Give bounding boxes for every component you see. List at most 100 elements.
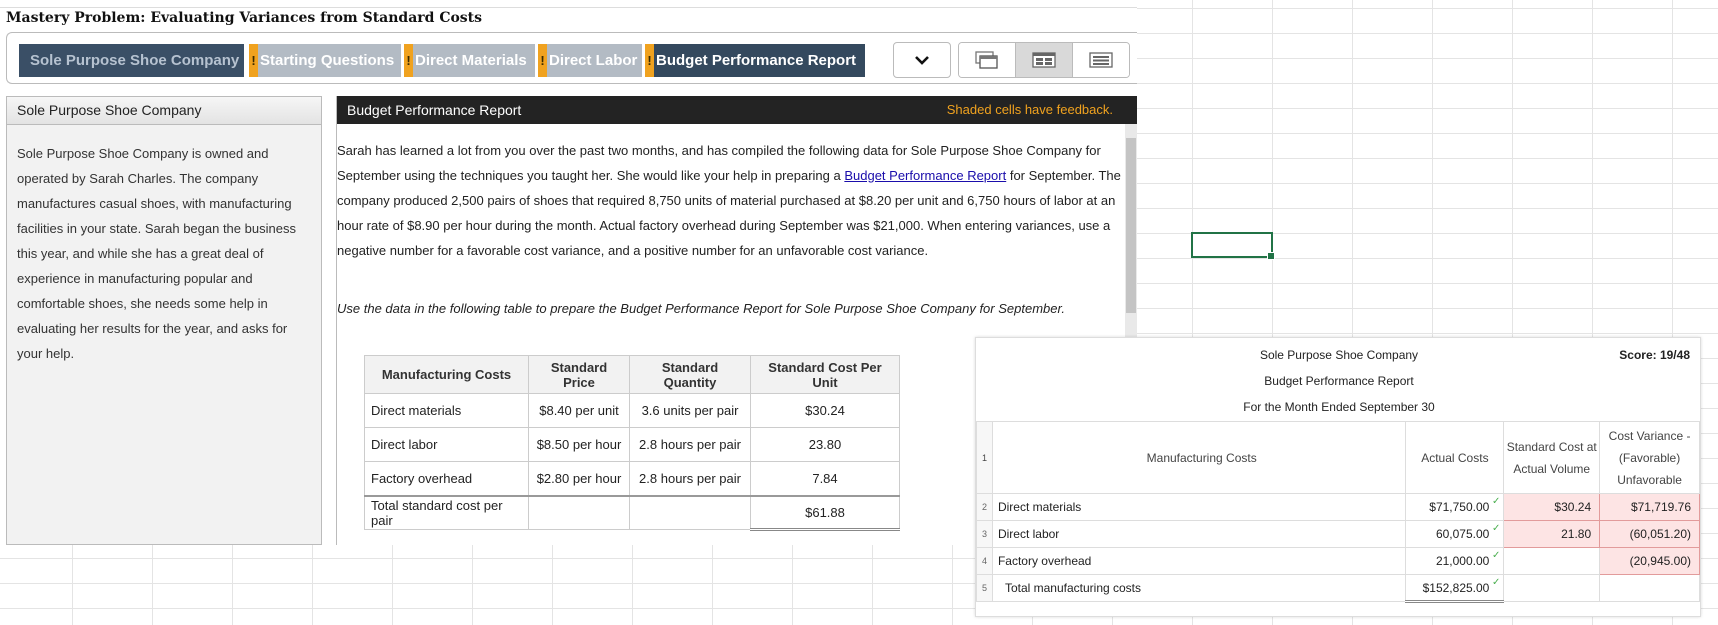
tab-label: Direct Labor: [549, 52, 638, 69]
actual-cost-input[interactable]: $71,750.00 ✓: [1405, 493, 1505, 521]
sidebar-description: Sole Purpose Shoe Company is owned and o…: [17, 146, 296, 361]
table-row: Direct materials $8.40 per unit 3.6 unit…: [364, 393, 900, 428]
content-body: Sarah has learned a lot from you over th…: [337, 124, 1137, 316]
content-header: Budget Performance Report Shaded cells h…: [337, 96, 1137, 124]
actual-cost-input[interactable]: $152,825.00 ✓: [1405, 574, 1505, 603]
table-row: 3 Direct labor 60,075.00 ✓ 21.80 (60,051.…: [976, 520, 1700, 548]
window-stack-icon: [975, 51, 998, 69]
table-cell: [528, 494, 630, 530]
chevron-down-icon: [915, 56, 929, 65]
table-cell: Direct labor: [364, 427, 529, 462]
row-number: 1: [976, 421, 993, 494]
header-line: Unfavorable: [1617, 472, 1682, 487]
scrollbar-thumb[interactable]: [1126, 138, 1136, 313]
row-label: Direct labor: [991, 520, 1407, 548]
actual-cost-input[interactable]: 21,000.00 ✓: [1405, 547, 1505, 575]
row-number: 4: [976, 547, 993, 575]
tab-bar: Sole Purpose Shoe Company ! Starting Ques…: [6, 32, 1137, 84]
content-title: Budget Performance Report: [347, 102, 522, 118]
table-row: 5 Total manufacturing costs $152,825.00 ✓: [976, 574, 1700, 603]
table-cell: 7.84: [750, 461, 900, 496]
table-cell: Total standard cost per pair: [364, 494, 529, 530]
table-row: 1 Manufacturing Costs Actual Costs Stand…: [976, 421, 1700, 494]
table-row: Factory overhead $2.80 per hour 2.8 hour…: [364, 461, 900, 496]
table-cell: 2.8 hours per pair: [629, 461, 751, 496]
warning-flag-icon: !: [645, 44, 654, 77]
check-icon: ✓: [1491, 550, 1501, 561]
table-header: Standard Cost Per Unit: [750, 355, 900, 394]
score-badge: Score: 19/48: [1619, 348, 1690, 362]
tab-starting-questions[interactable]: ! Starting Questions: [249, 44, 401, 77]
list-view-icon: [1089, 52, 1113, 68]
table-cell: 23.80: [750, 427, 900, 462]
report-title: Budget Performance Report: [1264, 374, 1414, 388]
report-period: For the Month Ended September 30: [1243, 400, 1435, 414]
variance-input[interactable]: [1599, 574, 1700, 602]
table-row: Direct labor $8.50 per hour 2.8 hours pe…: [364, 427, 900, 462]
view-popup-button[interactable]: [959, 43, 1016, 77]
tab-label: Starting Questions: [260, 52, 395, 69]
variance-input[interactable]: (60,051.20): [1599, 520, 1700, 548]
header-manufacturing-costs: Manufacturing Costs: [991, 421, 1407, 494]
variance-input[interactable]: $71,719.76: [1599, 493, 1700, 521]
assignment-panel: Mastery Problem: Evaluating Variances fr…: [0, 0, 1137, 545]
table-cell: $61.88: [750, 494, 900, 531]
table-row-total: Total standard cost per pair $61.88: [364, 494, 900, 531]
table-cell: $2.80 per hour: [528, 461, 630, 496]
check-icon: ✓: [1491, 496, 1501, 507]
check-icon: ✓: [1491, 577, 1501, 588]
row-number: 5: [976, 574, 993, 602]
table-cell: Direct materials: [364, 393, 529, 428]
page-title: Mastery Problem: Evaluating Variances fr…: [6, 10, 483, 26]
table-cell: [629, 494, 751, 530]
standard-cost-input[interactable]: $30.24: [1503, 493, 1601, 521]
selected-cell[interactable]: [1191, 232, 1275, 260]
top-strip: [0, 0, 1137, 8]
problem-paragraph: Sarah has learned a lot from you over th…: [337, 138, 1127, 263]
tab-budget-performance-report[interactable]: ! Budget Performance Report: [645, 44, 865, 77]
header-actual-costs: Actual Costs: [1405, 421, 1505, 494]
report-grid: 1 Manufacturing Costs Actual Costs Stand…: [976, 421, 1700, 603]
tab-dropdown-button[interactable]: [893, 42, 951, 78]
table-cell: $8.40 per unit: [528, 393, 630, 428]
view-split-button[interactable]: [1016, 43, 1073, 77]
warning-flag-icon: !: [538, 44, 547, 77]
table-cell: $30.24: [750, 393, 900, 428]
budget-performance-report-link[interactable]: Budget Performance Report: [844, 168, 1006, 183]
table-header: Standard Price: [528, 355, 630, 394]
table-cell: $8.50 per hour: [528, 427, 630, 462]
table-cell: 3.6 units per pair: [629, 393, 751, 428]
table-cell: Factory overhead: [364, 461, 529, 496]
table-header: Manufacturing Costs: [364, 355, 529, 394]
view-toggle-group: [958, 42, 1130, 78]
header-line: Cost Variance -: [1608, 428, 1691, 443]
cell-value: 60,075.00: [1435, 527, 1490, 541]
tab-direct-materials[interactable]: ! Direct Materials: [404, 44, 535, 77]
table-header: Standard Quantity: [629, 355, 751, 394]
header-line: Actual Volume: [1513, 461, 1591, 476]
table-cell: 2.8 hours per pair: [629, 427, 751, 462]
header-cost-variance: Cost Variance - (Favorable) Unfavorable: [1599, 421, 1700, 494]
header-standard-cost: Standard Cost at Actual Volume: [1503, 421, 1601, 494]
tab-label: Budget Performance Report: [656, 52, 857, 69]
standard-cost-input[interactable]: [1503, 547, 1601, 575]
table-row: 2 Direct materials $71,750.00 ✓ $30.24 $7…: [976, 493, 1700, 521]
tab-direct-labor[interactable]: ! Direct Labor: [538, 44, 642, 77]
view-full-button[interactable]: [1073, 43, 1129, 77]
cell-value: 21,000.00: [1435, 554, 1490, 568]
standard-cost-input[interactable]: 21.80: [1503, 520, 1601, 548]
standard-cost-input[interactable]: [1503, 574, 1601, 602]
feedback-note: Shaded cells have feedback.: [946, 102, 1113, 117]
tab-label: Direct Materials: [415, 52, 527, 69]
sidebar-title: Sole Purpose Shoe Company: [7, 97, 321, 125]
actual-cost-input[interactable]: 60,075.00 ✓: [1405, 520, 1505, 548]
row-label: Total manufacturing costs: [991, 574, 1407, 602]
variance-input[interactable]: (20,945.00): [1599, 547, 1700, 575]
row-number: 3: [976, 520, 993, 548]
standards-table: Manufacturing Costs Standard Price Stand…: [364, 355, 900, 531]
company-sidebar: Sole Purpose Shoe Company Sole Purpose S…: [6, 96, 322, 545]
cell-value: $71,750.00: [1429, 500, 1490, 514]
tab-company[interactable]: Sole Purpose Shoe Company: [19, 44, 244, 77]
instruction-text: Use the data in the following table to p…: [337, 301, 1065, 316]
report-heading: Sole Purpose Shoe Company Budget Perform…: [976, 338, 1702, 420]
